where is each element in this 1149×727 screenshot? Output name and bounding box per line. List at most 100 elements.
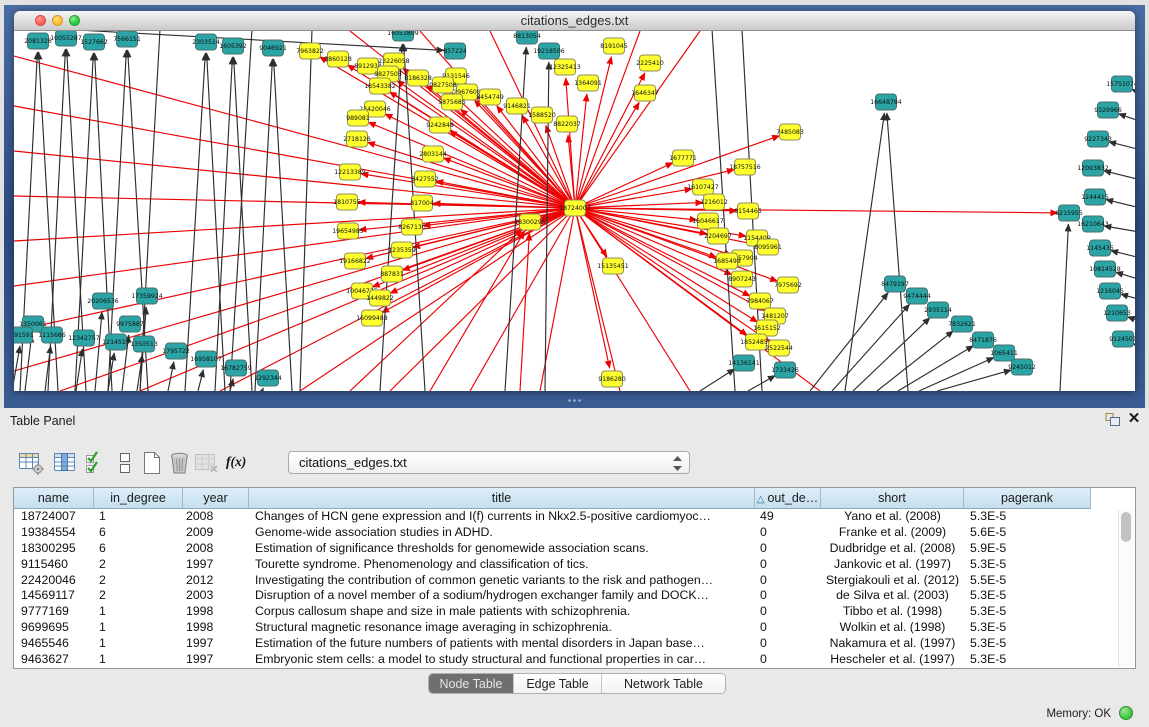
close-panel-icon[interactable]: ✕ bbox=[1125, 410, 1143, 428]
float-panel-icon[interactable] bbox=[1103, 412, 1123, 429]
column-header-name[interactable]: name bbox=[14, 488, 94, 509]
svg-text:887831: 887831 bbox=[380, 271, 404, 278]
svg-text:989081: 989081 bbox=[346, 115, 370, 122]
svg-text:2081326: 2081326 bbox=[24, 38, 52, 45]
cell-in-degree: 1 bbox=[94, 636, 183, 652]
cell-name: 9699695 bbox=[14, 620, 94, 636]
svg-text:23226058: 23226058 bbox=[378, 58, 410, 65]
svg-text:14136141: 14136141 bbox=[728, 360, 760, 367]
table-row[interactable]: 19384554 6 2009 Genome-wide association … bbox=[14, 525, 1119, 541]
svg-text:16099488: 16099488 bbox=[356, 315, 388, 322]
function-builder-icon[interactable]: f(x) bbox=[226, 453, 256, 481]
cell-name: 14569117 bbox=[14, 588, 94, 604]
svg-text:19654985: 19654985 bbox=[332, 228, 364, 235]
svg-text:2204697: 2204697 bbox=[704, 233, 732, 240]
svg-text:10814528: 10814528 bbox=[1089, 266, 1121, 273]
column-header-year[interactable]: year bbox=[183, 488, 249, 509]
cell-year: 2008 bbox=[183, 541, 249, 557]
svg-text:9242848: 9242848 bbox=[426, 122, 454, 129]
tab-network-table[interactable]: Network Table bbox=[602, 674, 725, 694]
cell-short: Dudbridge et al. (2008) bbox=[821, 541, 964, 557]
table-row[interactable]: 9115460 2 1997 Tourette syndrome. Phenom… bbox=[14, 557, 1119, 573]
svg-text:9329966: 9329966 bbox=[1094, 107, 1122, 114]
cell-name: 9777169 bbox=[14, 604, 94, 620]
citation-network-graph[interactable]: 1221338918107551965498519166822100467251… bbox=[14, 31, 1135, 391]
table-row[interactable]: 9777169 1 1998 Corpus callosum shape and… bbox=[14, 604, 1119, 620]
table-body[interactable]: 18724007 1 2008 Changes of HCN gene expr… bbox=[14, 509, 1119, 668]
svg-text:16210643: 16210643 bbox=[1077, 221, 1109, 228]
splitter-handle[interactable] bbox=[567, 398, 583, 404]
svg-text:1795722: 1795722 bbox=[162, 348, 190, 355]
new-table-icon[interactable] bbox=[137, 449, 167, 477]
cell-title: Disruption of a novel member of a sodium… bbox=[249, 588, 755, 604]
cell-pagerank: 5.3E-5 bbox=[964, 588, 1091, 604]
delete-rows-icon[interactable] bbox=[165, 449, 195, 477]
svg-text:1145435: 1145435 bbox=[1086, 245, 1114, 252]
svg-text:8215955: 8215955 bbox=[1055, 210, 1083, 217]
svg-text:9827505: 9827505 bbox=[374, 71, 402, 78]
cell-year: 2009 bbox=[183, 525, 249, 541]
table-row[interactable]: 18724007 1 2008 Changes of HCN gene expr… bbox=[14, 509, 1119, 525]
table-settings-icon[interactable] bbox=[17, 449, 47, 477]
cell-name: 22420046 bbox=[14, 573, 94, 589]
svg-text:16107427: 16107427 bbox=[687, 184, 719, 191]
row-height-icon[interactable] bbox=[110, 449, 140, 477]
svg-text:7566151: 7566151 bbox=[113, 36, 141, 43]
svg-text:18300295: 18300295 bbox=[514, 219, 546, 226]
cell-short: Wolkin et al. (1998) bbox=[821, 620, 964, 636]
table-row[interactable]: 9463627 1 1997 Embryonic stem cells: a m… bbox=[14, 652, 1119, 668]
svg-text:5875685: 5875685 bbox=[438, 99, 466, 106]
column-header-title[interactable]: title bbox=[249, 488, 755, 509]
column-header-short[interactable]: short bbox=[821, 488, 964, 509]
cell-title: Investigating the contribution of common… bbox=[249, 573, 755, 589]
network-desktop: citations_edges.txt 12213389181075519654… bbox=[4, 5, 1145, 408]
column-header-pagerank[interactable]: pagerank bbox=[964, 488, 1091, 509]
cell-title: Embryonic stem cells: a model to study s… bbox=[249, 652, 755, 668]
column-header-in-degree[interactable]: in_degree bbox=[94, 488, 183, 509]
table-selector-dropdown[interactable]: citations_edges.txt bbox=[288, 451, 690, 474]
svg-text:8191045: 8191045 bbox=[600, 43, 628, 50]
svg-text:1244415: 1244415 bbox=[1081, 194, 1109, 201]
network-canvas[interactable]: 1221338918107551965498519166822100467251… bbox=[14, 31, 1135, 391]
svg-text:9474444: 9474444 bbox=[903, 293, 931, 300]
table-row[interactable]: 18300295 6 2008 Estimation of significan… bbox=[14, 541, 1119, 557]
cell-year: 1997 bbox=[183, 652, 249, 668]
cell-out-degree: 0 bbox=[755, 652, 821, 668]
table-row[interactable]: 9465546 1 1997 Estimation of the future … bbox=[14, 636, 1119, 652]
svg-text:12093832: 12093832 bbox=[1077, 165, 1109, 172]
cell-in-degree: 1 bbox=[94, 509, 183, 525]
svg-text:17359924: 17359924 bbox=[131, 293, 163, 300]
table-row[interactable]: 22420046 2 2012 Investigating the contri… bbox=[14, 573, 1119, 589]
table-toolbar: f(x) citations_edges.txt bbox=[0, 448, 1149, 482]
tab-node-table[interactable]: Node Table bbox=[429, 674, 514, 694]
column-header-out-degree[interactable]: △out_de… bbox=[755, 488, 821, 509]
svg-text:1677771: 1677771 bbox=[669, 155, 697, 162]
svg-text:8907243: 8907243 bbox=[728, 276, 756, 283]
cell-year: 1997 bbox=[183, 557, 249, 573]
svg-text:1350513: 1350513 bbox=[130, 341, 158, 348]
svg-text:8454749: 8454749 bbox=[476, 94, 504, 101]
tab-edge-table[interactable]: Edge Table bbox=[514, 674, 602, 694]
memory-status-label: Memory: OK bbox=[1046, 708, 1111, 720]
table-header[interactable]: name in_degree year title △out_de… short… bbox=[14, 488, 1091, 509]
column-visibility-check-icon[interactable] bbox=[82, 449, 112, 477]
svg-text:391591: 391591 bbox=[14, 332, 34, 339]
table-row[interactable]: 9699695 1 1998 Structural magnetic reson… bbox=[14, 620, 1119, 636]
scrollbar-thumb[interactable] bbox=[1121, 512, 1131, 542]
cell-title: Changes of HCN gene expression and I(f) … bbox=[249, 509, 755, 525]
cell-pagerank: 5.3E-5 bbox=[964, 557, 1091, 573]
cell-in-degree: 2 bbox=[94, 588, 183, 604]
cell-title: Structural magnetic resonance image aver… bbox=[249, 620, 755, 636]
svg-text:2803144: 2803144 bbox=[419, 151, 447, 158]
table-row[interactable]: 14569117 2 2003 Disruption of a novel me… bbox=[14, 588, 1119, 604]
table-scrollbar[interactable] bbox=[1118, 510, 1134, 667]
cell-pagerank: 5.6E-5 bbox=[964, 525, 1091, 541]
svg-text:8471876: 8471876 bbox=[969, 337, 997, 344]
cell-name: 18724007 bbox=[14, 509, 94, 525]
cell-short: Hescheler et al. (1997) bbox=[821, 652, 964, 668]
svg-text:9227343: 9227343 bbox=[1084, 136, 1112, 143]
svg-text:2303514: 2303514 bbox=[192, 39, 220, 46]
window-titlebar[interactable]: citations_edges.txt bbox=[14, 11, 1135, 31]
select-columns-icon[interactable] bbox=[51, 449, 81, 477]
svg-text:9154465: 9154465 bbox=[734, 208, 762, 215]
